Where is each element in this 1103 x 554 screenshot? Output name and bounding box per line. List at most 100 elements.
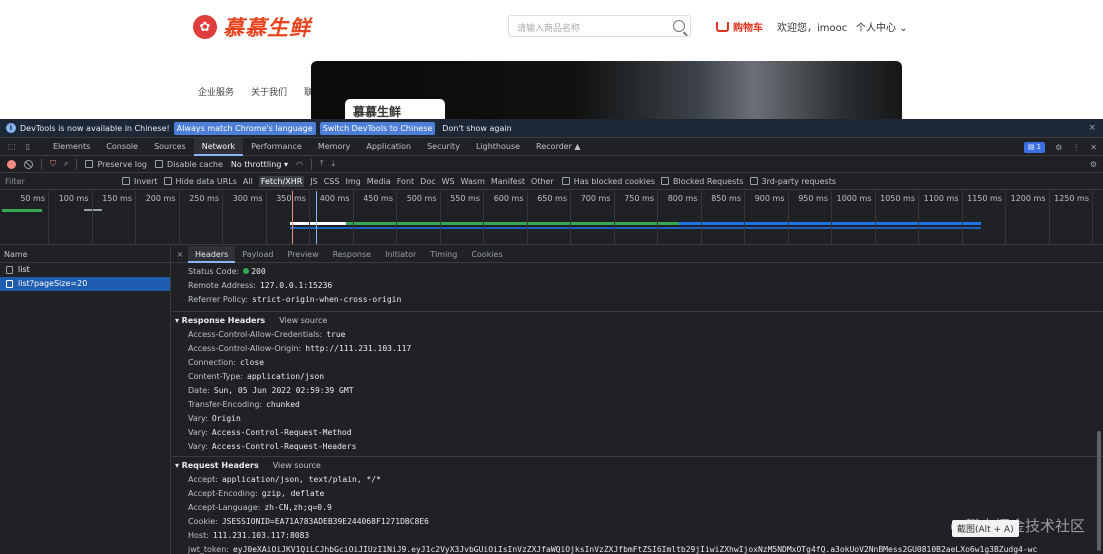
- header-row[interactable]: Transfer-Encoding: chunked: [172, 398, 1103, 412]
- inspect-icon[interactable]: ⬚: [8, 142, 16, 151]
- tab-elements[interactable]: Elements: [45, 138, 98, 156]
- tab-recorder[interactable]: Recorder ▲: [528, 138, 589, 156]
- nav-item-enterprise[interactable]: 企业服务: [198, 85, 234, 98]
- tab-payload[interactable]: Payload: [235, 246, 280, 263]
- tab-console[interactable]: Console: [98, 138, 146, 156]
- record-icon[interactable]: [7, 159, 16, 169]
- tab-initiator[interactable]: Initiator: [378, 246, 423, 263]
- header-row[interactable]: Vary: Access-Control-Request-Method: [172, 426, 1103, 440]
- request-row[interactable]: list?pageSize=20: [0, 277, 170, 291]
- header-key: Access-Control-Allow-Origin:: [188, 344, 302, 353]
- filter-input[interactable]: Filter: [5, 177, 25, 186]
- search-icon[interactable]: [673, 20, 685, 32]
- search-input[interactable]: 请输入商品名称: [508, 15, 691, 37]
- blocked-requests-checkbox[interactable]: Blocked Requests: [660, 176, 744, 186]
- tab-timing[interactable]: Timing: [423, 246, 464, 263]
- type-js[interactable]: JS: [310, 177, 317, 186]
- header-row[interactable]: Remote Address: 127.0.0.1:15236: [172, 279, 1103, 293]
- timeline-tick: 250 ms: [189, 191, 223, 244]
- cart-link[interactable]: 购物车: [716, 19, 763, 34]
- header-row[interactable]: Content-Type: application/json: [172, 370, 1103, 384]
- header-row[interactable]: Referrer Policy: strict-origin-when-cross…: [172, 293, 1103, 307]
- request-headers-toggle[interactable]: ▾ Request Headers View source: [172, 456, 1103, 473]
- timeline-overview[interactable]: 50 ms 100 ms 150 ms 200 ms 250 ms 300 ms 350 m…: [0, 191, 1103, 245]
- header-row[interactable]: Accept-Encoding: gzip, deflate: [172, 487, 1103, 501]
- timeline-tick: 900 ms: [755, 191, 789, 244]
- type-wasm[interactable]: Wasm: [461, 177, 485, 186]
- type-fetch-xhr[interactable]: Fetch/XHR: [258, 175, 305, 187]
- timeline-tick: 1150 ms: [967, 191, 1006, 244]
- network-settings-icon[interactable]: ⚙: [1090, 160, 1097, 169]
- tab-memory[interactable]: Memory: [310, 138, 359, 156]
- tab-headers[interactable]: Headers: [188, 246, 236, 263]
- type-img[interactable]: Img: [345, 177, 360, 186]
- header-row[interactable]: Connection: close: [172, 356, 1103, 370]
- switch-chinese-button[interactable]: Switch DevTools to Chinese: [319, 121, 436, 135]
- export-icon[interactable]: ⤓: [332, 159, 336, 169]
- tab-application[interactable]: Application: [358, 138, 419, 156]
- import-icon[interactable]: ⤒: [320, 159, 324, 169]
- close-devtools-icon[interactable]: ✕: [1090, 143, 1097, 152]
- header-row[interactable]: Accept: application/json, text/plain, */*: [172, 473, 1103, 487]
- type-ws[interactable]: WS: [442, 177, 455, 186]
- header-value: chunked: [266, 400, 300, 409]
- site-logo[interactable]: ✿ 慕慕生鲜: [193, 12, 311, 42]
- header-row[interactable]: Vary: Origin: [172, 412, 1103, 426]
- search-network-icon[interactable]: ⌕: [64, 159, 68, 169]
- type-doc[interactable]: Doc: [420, 177, 435, 186]
- filter-icon[interactable]: ⛉: [50, 159, 56, 169]
- header-value: zh-CN,zh;q=0.9: [264, 503, 332, 512]
- throttling-select[interactable]: No throttling ▾: [231, 160, 288, 169]
- view-source-link[interactable]: View source: [279, 316, 327, 325]
- timeline-tick: 350 ms: [276, 191, 310, 244]
- gear-icon[interactable]: ⚙: [1055, 143, 1062, 152]
- tab-cookies[interactable]: Cookies: [464, 246, 509, 263]
- header-row[interactable]: Access-Control-Allow-Origin: http://111.2…: [172, 342, 1103, 356]
- cart-icon: [716, 21, 729, 32]
- wifi-icon[interactable]: ◠: [296, 160, 303, 169]
- header-row[interactable]: Accept-Language: zh-CN,zh;q=0.9: [172, 501, 1103, 515]
- has-blocked-cookies-checkbox[interactable]: Has blocked cookies: [561, 176, 655, 186]
- type-other[interactable]: Other: [531, 177, 554, 186]
- preserve-log-checkbox[interactable]: Preserve log: [85, 159, 147, 169]
- type-media[interactable]: Media: [367, 177, 391, 186]
- tab-sources[interactable]: Sources: [146, 138, 194, 156]
- tab-response[interactable]: Response: [326, 246, 378, 263]
- header-row[interactable]: jwt_token: eyJ0eXAiOiJKV1QiLCJhbGciOiJIUz…: [172, 543, 1103, 554]
- close-detail-icon[interactable]: ×: [172, 250, 188, 259]
- timeline-tick: 850 ms: [711, 191, 745, 244]
- type-font[interactable]: Font: [397, 177, 414, 186]
- header-row-status[interactable]: Status Code: 200: [172, 265, 1103, 279]
- tab-performance[interactable]: Performance: [243, 138, 310, 156]
- tab-network[interactable]: Network: [193, 137, 244, 156]
- clear-icon[interactable]: [24, 159, 33, 169]
- user-center-menu[interactable]: 个人中心 ⌄: [856, 19, 908, 34]
- device-toggle-icon[interactable]: ▯: [26, 142, 30, 151]
- third-party-checkbox[interactable]: 3rd-party requests: [749, 176, 836, 186]
- dont-show-again-link[interactable]: Don't show again: [442, 124, 511, 133]
- request-row[interactable]: list: [0, 263, 170, 277]
- more-options-icon[interactable]: ⋮: [1072, 143, 1080, 152]
- disable-cache-checkbox[interactable]: Disable cache: [154, 159, 223, 169]
- nav-item-about[interactable]: 关于我们: [251, 85, 287, 98]
- issues-badge[interactable]: ▤ 1: [1023, 141, 1046, 153]
- name-column-header[interactable]: Name: [0, 246, 170, 263]
- view-source-link[interactable]: View source: [273, 461, 321, 470]
- type-css[interactable]: CSS: [324, 177, 340, 186]
- tab-preview[interactable]: Preview: [281, 246, 326, 263]
- scrollbar[interactable]: [1097, 431, 1101, 551]
- header-row[interactable]: Access-Control-Allow-Credentials: true: [172, 328, 1103, 342]
- type-manifest[interactable]: Manifest: [491, 177, 525, 186]
- match-language-button[interactable]: Always match Chrome's language: [173, 121, 316, 135]
- header-row[interactable]: Vary: Access-Control-Request-Headers: [172, 440, 1103, 454]
- header-row[interactable]: Date: Sun, 05 Jun 2022 02:59:39 GMT: [172, 384, 1103, 398]
- timeline-tick-label: 850 ms: [711, 194, 741, 203]
- hide-data-urls-checkbox[interactable]: Hide data URLs: [163, 176, 237, 186]
- close-icon[interactable]: ×: [1088, 123, 1096, 133]
- tab-security[interactable]: Security: [419, 138, 468, 156]
- timeline-tick-label: 450 ms: [363, 194, 393, 203]
- tab-lighthouse[interactable]: Lighthouse: [468, 138, 528, 156]
- type-all[interactable]: All: [243, 177, 253, 186]
- invert-checkbox[interactable]: Invert: [122, 176, 158, 186]
- response-headers-toggle[interactable]: ▾ Response Headers View source: [172, 311, 1103, 328]
